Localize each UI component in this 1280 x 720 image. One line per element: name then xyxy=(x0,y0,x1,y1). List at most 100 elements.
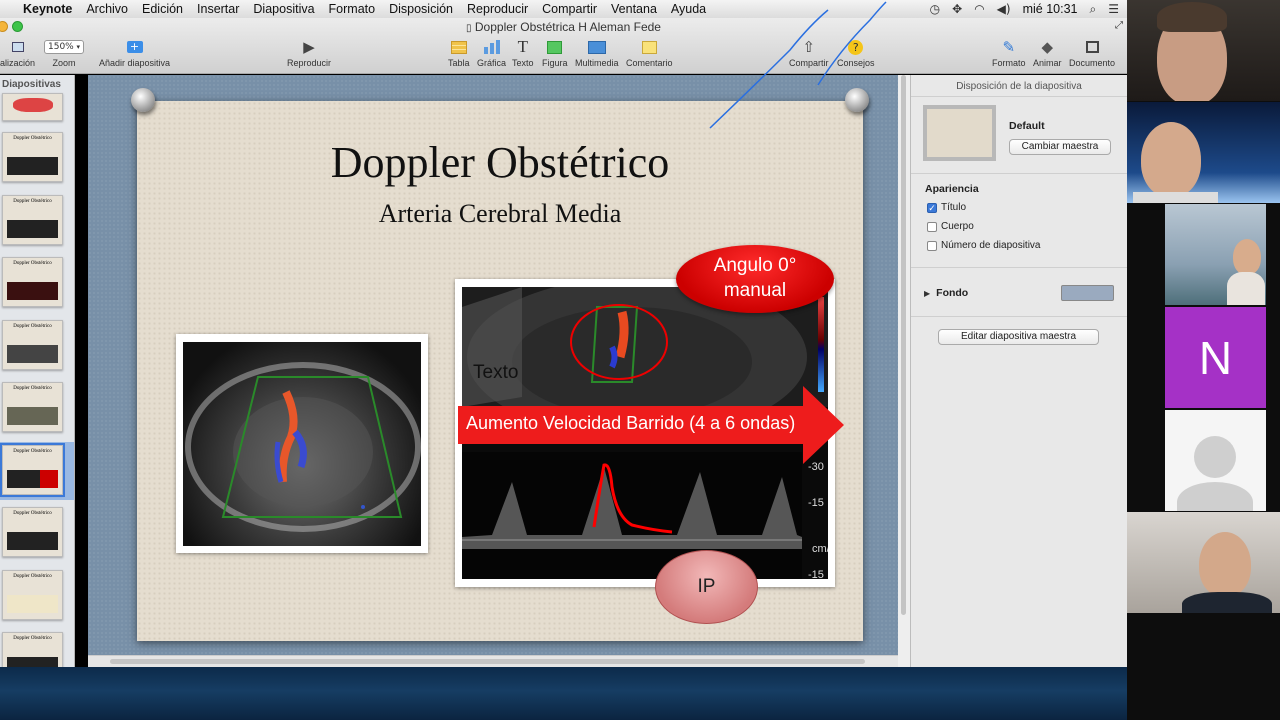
participant-video[interactable] xyxy=(1127,512,1280,613)
slide-thumbnail[interactable] xyxy=(2,93,63,121)
menu-app[interactable]: Keynote xyxy=(16,2,79,16)
menu-ventana[interactable]: Ventana xyxy=(604,2,664,16)
divider xyxy=(911,173,1128,174)
change-master-button[interactable]: Cambiar maestra xyxy=(1009,139,1111,155)
add-slide-button[interactable]: + Añadir diapositiva xyxy=(99,38,170,69)
horizontal-scrollbar[interactable] xyxy=(88,655,898,667)
table-button[interactable]: Tabla xyxy=(448,38,470,68)
search-icon[interactable]: ⌕ xyxy=(1090,2,1097,17)
ultrasound-image-left[interactable] xyxy=(176,334,428,553)
edit-master-button[interactable]: Editar diapositiva maestra xyxy=(938,329,1099,345)
desktop-background xyxy=(0,667,1127,720)
play-label: Reproducir xyxy=(287,58,332,68)
zoom-value: 150% xyxy=(48,42,74,52)
ip-callout-text: IP xyxy=(697,576,716,597)
slide-number-checkbox[interactable]: Número de diapositiva xyxy=(927,240,1041,251)
background-disclosure[interactable]: ▶ Fondo xyxy=(924,287,968,299)
inspector-panel: Disposición de la diapositiva Default Ca… xyxy=(910,75,1128,667)
shape-button[interactable]: Figura xyxy=(542,38,568,68)
scroll-thumb[interactable] xyxy=(110,659,865,664)
document-button[interactable]: Documento xyxy=(1069,38,1115,68)
avatar-head-icon xyxy=(1194,436,1236,478)
slide-thumbnail[interactable]: Doppler Obstétrico xyxy=(2,257,63,307)
list-icon[interactable]: ☰ xyxy=(1108,2,1119,16)
document-icon: ▯ xyxy=(466,23,472,34)
participant-shirt xyxy=(1182,592,1272,613)
time-machine-icon[interactable]: ◷ xyxy=(930,2,940,16)
slide-thumbnail[interactable]: Doppler Obstétrico xyxy=(2,507,63,557)
slide-title[interactable]: Doppler Obstétrico xyxy=(137,137,863,188)
participant-face xyxy=(1233,239,1261,275)
thumb-image xyxy=(7,407,58,425)
view-icon xyxy=(11,38,24,56)
media-button[interactable]: Multimedia xyxy=(575,38,619,68)
animate-button[interactable]: ◆ Animar xyxy=(1033,38,1062,68)
slide-thumbnail[interactable]: Doppler Obstétrico xyxy=(2,195,63,245)
slide-thumbnail[interactable]: Doppler Obstétrico xyxy=(2,632,63,667)
zoom-select[interactable]: 150% ▾ xyxy=(44,40,84,54)
participant-placeholder-tile[interactable] xyxy=(1165,410,1266,511)
menu-disposicion[interactable]: Disposición xyxy=(382,2,460,16)
checkbox-icon[interactable] xyxy=(927,240,937,251)
view-button[interactable]: alización xyxy=(0,38,35,68)
text-label: Texto xyxy=(512,58,534,68)
master-thumbnail[interactable] xyxy=(923,105,996,161)
slide-thumbnail[interactable]: Doppler Obstétrico xyxy=(2,570,63,620)
format-label: Formato xyxy=(992,58,1026,68)
sweep-speed-arrow[interactable]: Aumento Velocidad Barrido (4 a 6 ondas) xyxy=(458,386,844,464)
comment-button[interactable]: Comentario xyxy=(626,38,673,68)
move-icon[interactable]: ✥ xyxy=(952,2,962,16)
menu-insertar[interactable]: Insertar xyxy=(190,2,246,16)
format-button[interactable]: ✎ Formato xyxy=(992,38,1026,68)
scroll-thumb[interactable] xyxy=(901,75,906,615)
slide-subtitle[interactable]: Arteria Cerebral Media xyxy=(137,199,863,229)
play-button[interactable]: ▶ Reproducir xyxy=(287,38,331,68)
chart-button[interactable]: Gráfica xyxy=(477,38,506,68)
slide-thumbnail[interactable]: Doppler Obstétrico xyxy=(2,320,63,370)
scale-label: cm/ xyxy=(812,543,828,555)
body-checkbox[interactable]: Cuerpo xyxy=(927,221,974,232)
disclosure-triangle-icon[interactable]: ▶ xyxy=(924,289,930,298)
clock[interactable]: mié 10:31 xyxy=(1023,2,1078,16)
vertical-scrollbar[interactable] xyxy=(898,75,910,667)
thumb-image xyxy=(13,98,53,112)
volume-icon[interactable]: ◀) xyxy=(997,2,1011,16)
slide-thumbnail[interactable]: Doppler Obstétrico xyxy=(2,132,63,182)
slide-thumbnail[interactable]: Doppler Obstétrico xyxy=(2,382,63,432)
menu-edicion[interactable]: Edición xyxy=(135,2,190,16)
doppler-scan xyxy=(183,342,421,546)
text-placeholder[interactable]: Texto xyxy=(473,362,518,384)
menu-formato[interactable]: Formato xyxy=(322,2,383,16)
text-button[interactable]: T Texto xyxy=(512,37,534,68)
background-color-swatch[interactable] xyxy=(1061,285,1114,301)
ip-callout[interactable]: IP xyxy=(655,550,758,624)
participant-video[interactable] xyxy=(1165,204,1266,305)
menu-reproducir[interactable]: Reproducir xyxy=(460,2,535,16)
checkbox-icon[interactable] xyxy=(927,221,937,232)
participant-face xyxy=(1141,122,1201,197)
thumb-image xyxy=(7,470,58,488)
animate-icon: ◆ xyxy=(1041,38,1054,56)
add-slide-icon: + xyxy=(126,38,143,56)
zoom-control[interactable]: 150% ▾ Zoom xyxy=(44,38,84,68)
menu-compartir[interactable]: Compartir xyxy=(535,2,604,16)
participant-video[interactable] xyxy=(1127,0,1280,101)
window-title-text: Doppler Obstétrica H Aleman Fede xyxy=(474,20,661,34)
wifi-icon[interactable]: ◠ xyxy=(974,2,984,16)
window-title: ▯ Doppler Obstétrica H Aleman Fede xyxy=(0,20,1127,34)
slide-thumbnail-selected[interactable]: Doppler Obstétrico xyxy=(0,443,65,497)
thumb-image xyxy=(7,595,58,613)
menu-archivo[interactable]: Archivo xyxy=(79,2,135,16)
thumb-title: Doppler Obstétrico xyxy=(13,449,52,454)
checkbox-checked-icon[interactable]: ✓ xyxy=(927,202,937,213)
participant-avatar-tile[interactable]: N xyxy=(1165,307,1266,408)
angle-callout[interactable]: Angulo 0° manual xyxy=(676,245,834,313)
title-checkbox[interactable]: ✓ Título xyxy=(927,202,966,213)
thumb-title: Doppler Obstétrico xyxy=(13,574,52,579)
menu-diapositiva[interactable]: Diapositiva xyxy=(246,2,321,16)
fullscreen-icon[interactable]: ⤢ xyxy=(1115,20,1123,31)
participant-hair xyxy=(1157,2,1227,32)
thumb-title: Doppler Obstétrico xyxy=(13,386,52,391)
participant-video[interactable] xyxy=(1127,102,1280,203)
thumb-title: Doppler Obstétrico xyxy=(13,261,52,266)
